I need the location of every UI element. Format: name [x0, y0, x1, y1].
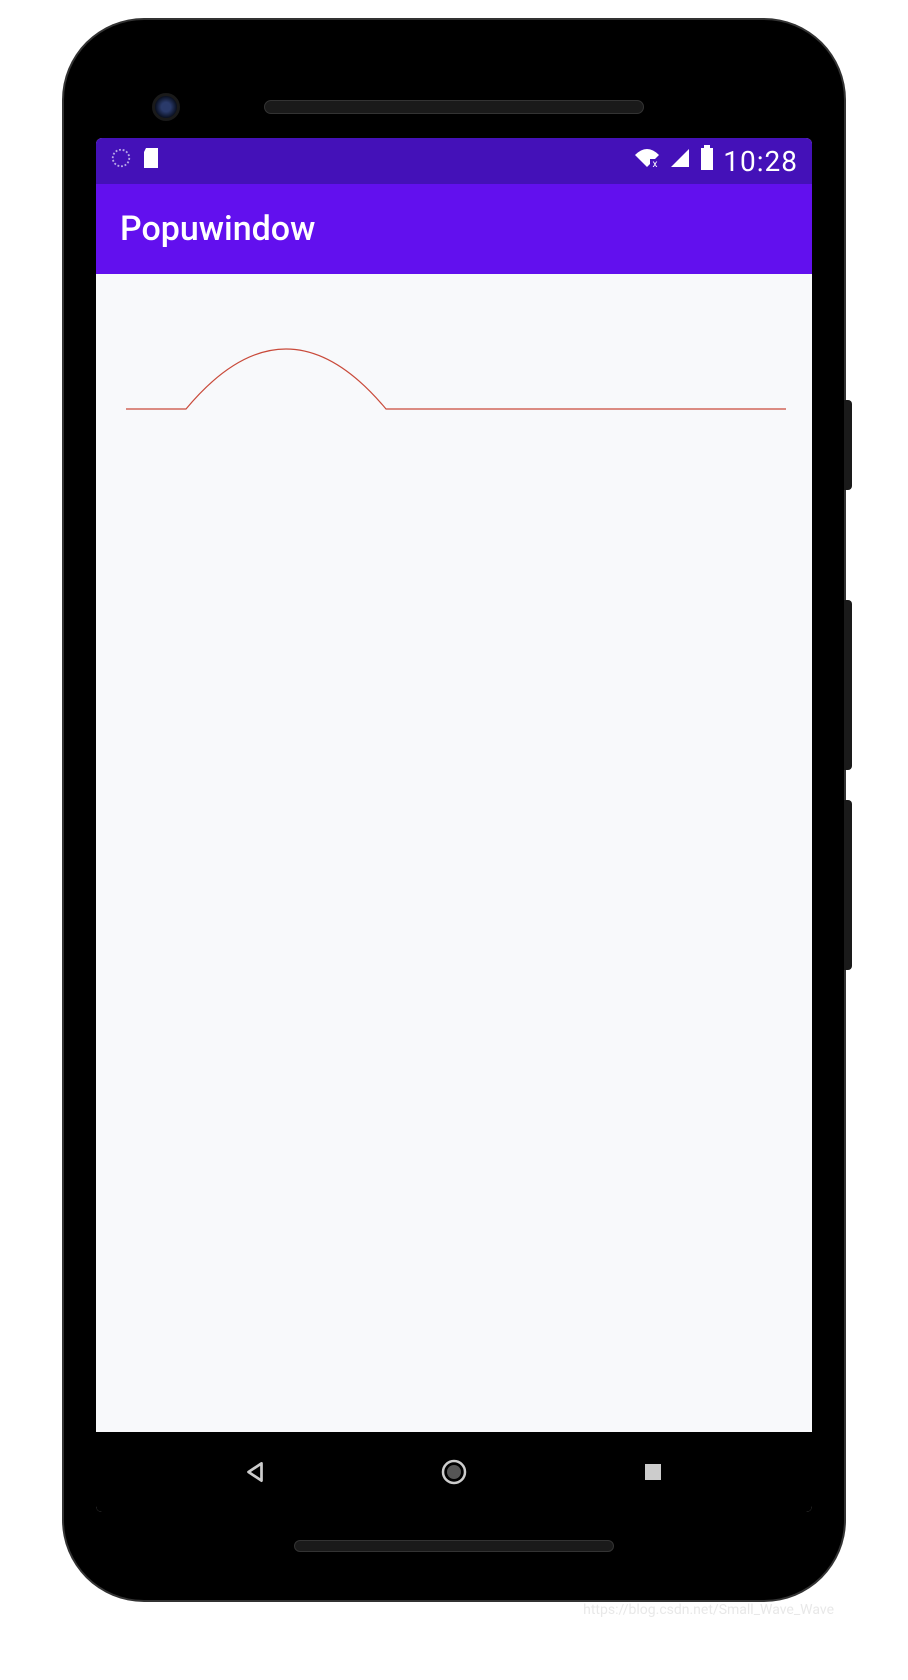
status-right: x 10:28 [633, 145, 798, 178]
svg-text:x: x [653, 159, 658, 169]
sd-card-icon [142, 146, 162, 177]
cell-signal-icon [669, 146, 691, 176]
power-button [844, 400, 852, 490]
phone-frame: x 10:28 Popuwindow [64, 20, 844, 1600]
status-left [110, 146, 162, 177]
recent-apps-button[interactable] [635, 1454, 671, 1490]
status-bar[interactable]: x 10:28 [96, 138, 812, 184]
back-button[interactable] [237, 1454, 273, 1490]
app-bar: Popuwindow [96, 184, 812, 274]
app-title: Popuwindow [120, 209, 315, 249]
front-camera [152, 93, 180, 121]
phone-bezel: x 10:28 Popuwindow [82, 38, 826, 1582]
arc-path-canvas [116, 314, 796, 434]
navigation-bar [96, 1432, 812, 1512]
volume-up-button [844, 600, 852, 770]
battery-full-icon [699, 145, 715, 178]
bottom-speaker [294, 1540, 614, 1552]
earpiece-speaker [264, 100, 644, 114]
screen: x 10:28 Popuwindow [96, 138, 812, 1512]
circle-icon [110, 146, 132, 176]
status-time: 10:28 [723, 145, 798, 178]
volume-down-button [844, 800, 852, 970]
watermark-text: https://blog.csdn.net/Small_Wave_Wave [583, 1602, 834, 1618]
home-button[interactable] [436, 1454, 472, 1490]
wifi-no-internet-icon: x [633, 146, 661, 176]
content-area [96, 274, 812, 1432]
